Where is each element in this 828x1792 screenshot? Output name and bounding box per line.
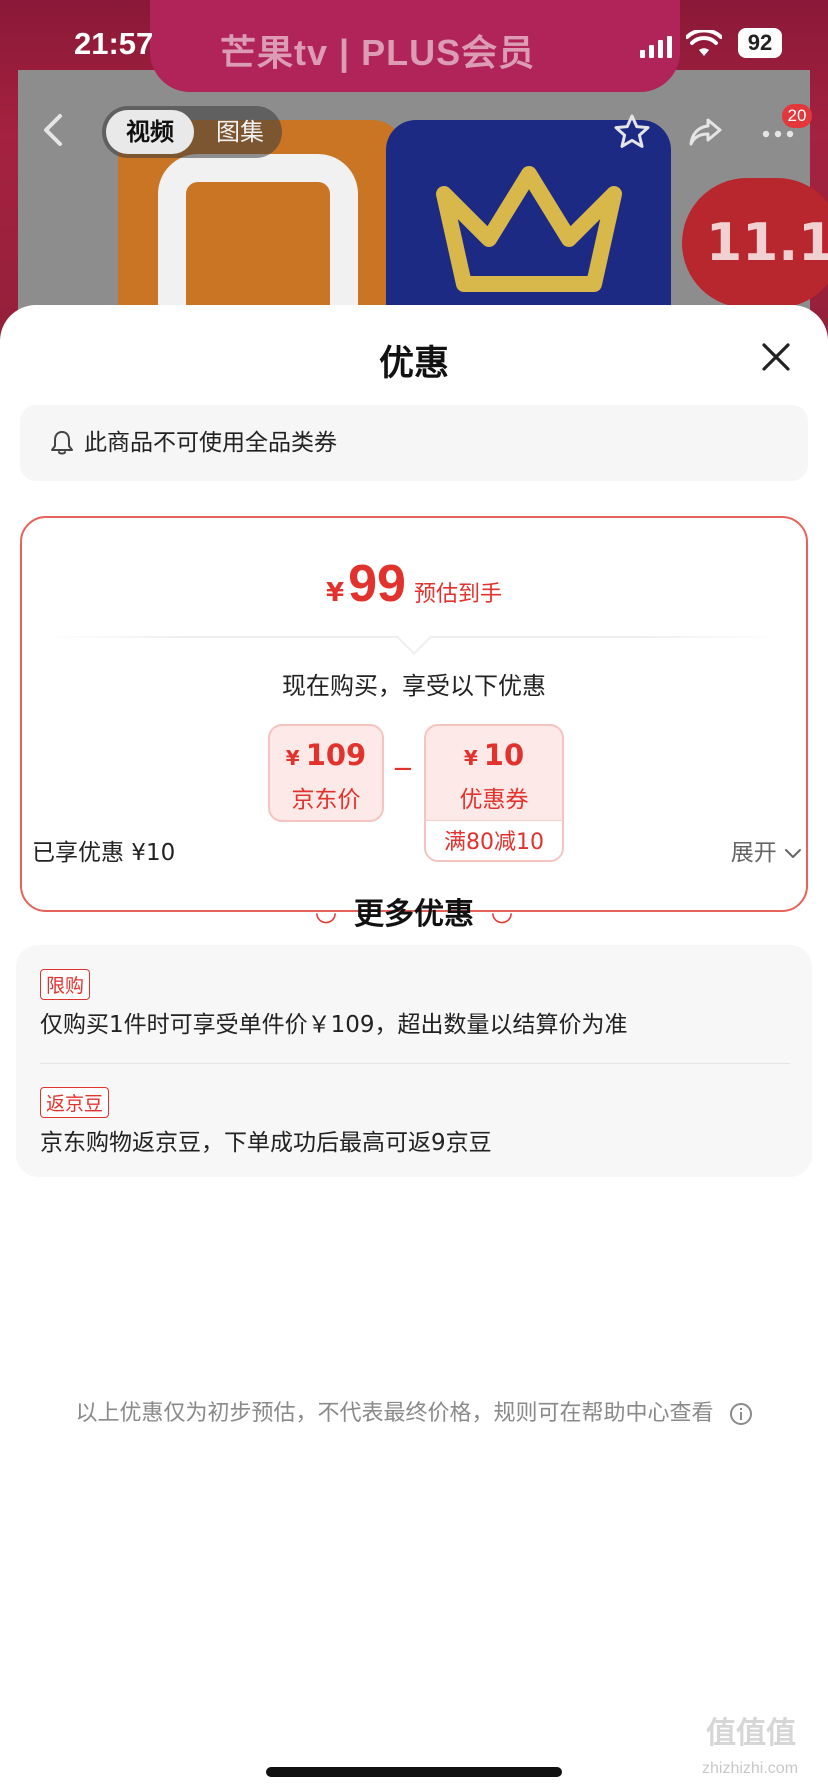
smile-deco-icon: ◡ bbox=[492, 897, 512, 927]
jd-price-pill: ¥109 京东价 bbox=[268, 724, 384, 822]
coupon-currency: ¥ bbox=[463, 746, 478, 770]
jingdou-tag: 返京豆 bbox=[40, 1087, 110, 1118]
estimated-price-value: 99 bbox=[348, 555, 406, 613]
more-discounts-heading: ◡ 更多优惠 ◡ bbox=[0, 889, 828, 933]
bell-icon bbox=[51, 431, 73, 455]
coupon-notice: 此商品不可使用全品类券 bbox=[20, 405, 808, 481]
info-icon[interactable] bbox=[729, 1402, 753, 1426]
smile-deco-icon: ◡ bbox=[316, 897, 336, 927]
tab-video[interactable]: 视频 bbox=[106, 110, 194, 154]
crown-icon bbox=[436, 166, 622, 292]
estimated-price-currency: ¥ bbox=[326, 578, 345, 608]
chevron-down-icon bbox=[785, 848, 801, 858]
jd-price-amount: 109 bbox=[305, 738, 367, 772]
more-discounts-title: 更多优惠 bbox=[354, 897, 474, 932]
disclaimer: 以上优惠仅为初步预估，不代表最终价格，规则可在帮助中心查看 bbox=[0, 1395, 828, 1427]
sheet-title: 优惠 bbox=[378, 344, 449, 384]
favorite-star-icon[interactable] bbox=[612, 112, 652, 152]
double-eleven-badge: 11.11 bbox=[682, 178, 828, 308]
more-discounts-card: 限购 仅购买1件时可享受单件价￥109，超出数量以结算价为准 返京豆 京东购物返… bbox=[16, 945, 812, 1177]
coupon-amount: 10 bbox=[483, 738, 525, 772]
wifi-icon bbox=[686, 30, 722, 56]
limit-tag: 限购 bbox=[40, 969, 91, 1000]
media-tab-switcher: 视频 图集 bbox=[102, 106, 282, 158]
watermark-logo: 值值值 bbox=[706, 1716, 796, 1751]
back-arrow-icon[interactable] bbox=[34, 110, 74, 150]
disclaimer-text: 以上优惠仅为初步预估，不代表最终价格，规则可在帮助中心查看 bbox=[75, 1401, 714, 1426]
battery-indicator: 92 bbox=[738, 28, 782, 58]
more-separator bbox=[40, 1063, 790, 1064]
coupon-label: 优惠券 bbox=[459, 787, 529, 813]
share-icon[interactable] bbox=[686, 112, 726, 152]
cellular-signal-icon bbox=[640, 36, 672, 58]
estimated-price-note: 预估到手 bbox=[413, 582, 502, 607]
limit-text: 仅购买1件时可享受单件价￥109，超出数量以结算价为准 bbox=[40, 1012, 628, 1038]
product-nav-bar: 视频 图集 20 bbox=[0, 98, 828, 164]
discount-sheet: 优惠 此商品不可使用全品类券 ¥99 预估到手 现在购买，享受以下优惠 ¥109 … bbox=[0, 305, 828, 1792]
buy-now-text: 现在购买，享受以下优惠 bbox=[282, 672, 546, 700]
jd-price-label: 京东价 bbox=[291, 787, 361, 813]
expand-button[interactable]: 展开 bbox=[731, 833, 802, 867]
home-indicator[interactable] bbox=[266, 1767, 562, 1777]
expand-label: 展开 bbox=[730, 840, 777, 866]
status-bar: 21:57 92 bbox=[0, 0, 828, 90]
jd-price-currency: ¥ bbox=[285, 746, 300, 770]
estimated-price: ¥99 预估到手 bbox=[22, 554, 806, 614]
notification-badge: 20 bbox=[782, 104, 812, 128]
jingdou-text: 京东购物返京豆，下单成功后最高可返9京豆 bbox=[40, 1130, 492, 1156]
tab-gallery[interactable]: 图集 bbox=[202, 110, 278, 154]
coupon-notice-text: 此商品不可使用全品类券 bbox=[84, 430, 337, 456]
status-time: 21:57 bbox=[74, 26, 154, 61]
card-divider-notch bbox=[397, 621, 431, 655]
applied-discount-row: 已享优惠 ¥10 展开 bbox=[32, 825, 802, 869]
close-icon[interactable] bbox=[756, 337, 796, 377]
applied-discount-label: 已享优惠 ¥10 bbox=[32, 840, 176, 866]
minus-sign: − bbox=[392, 754, 414, 784]
watermark-url: zhizhizhi.com bbox=[701, 1760, 799, 1777]
